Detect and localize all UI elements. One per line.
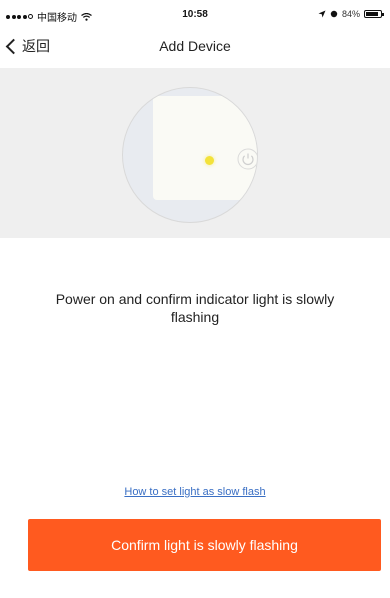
power-button-icon — [237, 148, 257, 170]
location-arrow-icon — [318, 10, 326, 18]
battery-percent: 84% — [341, 9, 360, 19]
page-title: Add Device — [159, 38, 231, 54]
alarm-icon — [330, 10, 338, 18]
status-right: 84% — [318, 9, 384, 19]
device-body — [153, 96, 257, 200]
slow-flash-help-link[interactable]: How to set light as slow flash — [0, 486, 390, 498]
device-illustration — [0, 68, 390, 238]
illustration-circle — [122, 87, 258, 223]
status-bar: 中国移动 10:58 84% — [0, 0, 390, 28]
instruction-text: Power on and confirm indicator light is … — [55, 291, 335, 325]
confirm-button[interactable]: Confirm light is slowly flashing — [28, 519, 381, 571]
nav-bar: 返回 Add Device — [0, 28, 390, 68]
indicator-light-icon — [205, 156, 214, 165]
battery-fill — [366, 12, 378, 16]
battery-icon — [364, 10, 384, 18]
